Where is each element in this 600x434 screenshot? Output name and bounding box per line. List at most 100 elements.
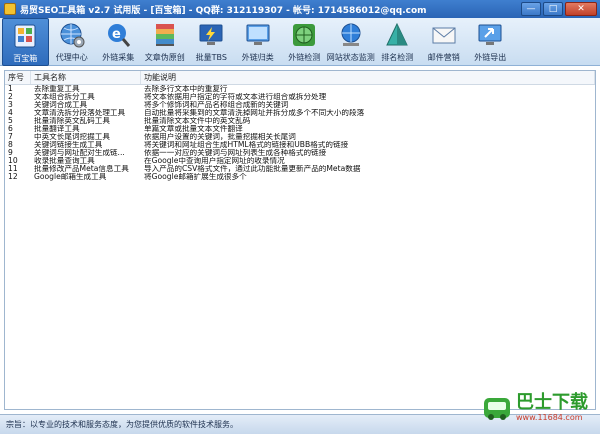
cell-description: 将多个修饰词和产品名称组合成新的关键词: [144, 101, 289, 109]
search-e-icon: e: [108, 24, 131, 47]
maximize-button[interactable]: □: [543, 2, 563, 16]
cell-tool-name: 关键词链接生成工具: [34, 141, 103, 149]
table-header: 序号 工具名称 功能说明: [5, 71, 595, 85]
cell-tool-name: 文章清洗拆分段落处理工具: [34, 109, 126, 117]
cell-description: 单篇文章或批量文本文件翻译: [144, 125, 243, 133]
toolbar-item-link-classify[interactable]: 外链归类: [235, 18, 282, 66]
globe-network-icon: [341, 23, 361, 46]
cell-description: 将文本依据用户指定的字符或文本进行组合或拆分处理: [144, 93, 327, 101]
cell-index: 5: [8, 117, 13, 125]
window-controls: — □ ✕: [521, 2, 597, 16]
table-row[interactable]: 7 中英文长尾词挖掘工具 依据用户设置的关键词，批量挖掘相关长尾词: [5, 133, 595, 141]
column-header-description[interactable]: 功能说明: [141, 71, 595, 84]
cell-tool-name: 批量修改产品Meta信息工具: [34, 165, 129, 173]
cell-tool-name: 去除重复工具: [34, 85, 80, 93]
cell-index: 10: [8, 157, 18, 165]
green-globe-icon: [293, 24, 316, 46]
globe-gear-icon: [60, 23, 85, 48]
table-row[interactable]: 3 关键词合成工具 将多个修饰词和产品名称组合成新的关键词: [5, 101, 595, 109]
table-row[interactable]: 9 关键词与网址配对生成链... 依据一一对应的关键词与网址列表生成各种格式的链…: [5, 149, 595, 157]
watermark-text: 巴士下载 www.11684.com: [516, 393, 588, 423]
table-row[interactable]: 8 关键词链接生成工具 将关键词和网址组合生成HTML格式的链接和UBB格式的链…: [5, 141, 595, 149]
book-stack-icon: [155, 24, 174, 46]
table-row[interactable]: 2 文本组合拆分工具 将文本依据用户指定的字符或文本进行组合或拆分处理: [5, 93, 595, 101]
cell-index: 2: [8, 93, 13, 101]
cell-index: 7: [8, 133, 13, 141]
toolbox-icon: [14, 24, 36, 48]
cell-description: 导入产品的CSV格式文件，通过此功能批量更新产品的Meta数据: [144, 165, 361, 173]
toolbar-label: 外链导出: [474, 53, 507, 62]
close-button[interactable]: ✕: [565, 2, 597, 16]
toolbar-label: 百宝箱: [13, 54, 38, 63]
table-row[interactable]: 4 文章清洗拆分段落处理工具 自动批量将采集到的文章清洗掉网址并拆分成多个不同大…: [5, 109, 595, 117]
toolbar-item-link-collect[interactable]: e 外链采集: [95, 18, 142, 66]
toolbar-label: 外链归类: [241, 53, 274, 62]
toolbar-item-link-check[interactable]: 外链检测: [281, 18, 328, 66]
cell-index: 12: [8, 173, 18, 181]
cell-description: 依据一一对应的关键词与网址列表生成各种格式的链接: [144, 149, 327, 157]
cell-tool-name: 中英文长尾词挖掘工具: [34, 133, 110, 141]
watermark: 巴士下载 www.11684.com: [482, 386, 594, 430]
table-row[interactable]: 6 批量翻译工具 单篇文章或批量文本文件翻译: [5, 125, 595, 133]
cell-description: 将关键词和网址组合生成HTML格式的链接和UBB格式的链接: [144, 141, 349, 149]
toolbar-item-batch-tbs[interactable]: 批量TBS: [188, 18, 235, 66]
tool-list-table: 序号 工具名称 功能说明 1 去除重复工具 去除多行文本中的重复行 2 文本组合…: [4, 70, 596, 410]
toolbar-label: 外链检测: [288, 53, 321, 62]
minimize-button[interactable]: —: [521, 2, 541, 16]
cell-index: 1: [8, 85, 13, 93]
cell-description: 批量清除文本文件中的英文乱码: [144, 117, 251, 125]
toolbar-label: 批量TBS: [195, 53, 227, 62]
table-row[interactable]: 11 批量修改产品Meta信息工具 导入产品的CSV格式文件，通过此功能批量更新…: [5, 165, 595, 173]
toolbar-item-rank-check[interactable]: 排名检测: [374, 18, 421, 66]
watermark-brand: 巴士下载: [516, 392, 588, 413]
monitor-export-icon: [478, 24, 502, 45]
main-toolbar: 百宝箱 代理中心 e 外链采集 文章伪原创 批量TBS 外链归类 外链检测 网站…: [0, 18, 600, 66]
cell-tool-name: 收录批量查询工具: [34, 157, 95, 165]
toolbar-label: 文章伪原创: [144, 53, 185, 62]
envelope-icon: [432, 27, 456, 44]
toolbar-item-toolbox[interactable]: 百宝箱: [2, 18, 49, 66]
table-row[interactable]: 5 批量清除英文乱码工具 批量清除文本文件中的英文乱码: [5, 117, 595, 125]
toolbar-item-link-export[interactable]: 外链导出: [467, 18, 514, 66]
column-header-tool-name[interactable]: 工具名称: [31, 71, 141, 84]
cell-index: 4: [8, 109, 13, 117]
toolbar-label: 排名检测: [381, 53, 414, 62]
cell-description: 去除多行文本中的重复行: [144, 85, 228, 93]
cell-tool-name: 批量翻译工具: [34, 125, 80, 133]
column-header-index[interactable]: 序号: [5, 71, 31, 84]
cell-tool-name: 批量清除英文乱码工具: [34, 117, 110, 125]
monitor-icon: [246, 24, 270, 45]
cell-tool-name: 关键词合成工具: [34, 101, 88, 109]
cell-tool-name: 文本组合拆分工具: [34, 93, 95, 101]
toolbar-item-article-rewrite[interactable]: 文章伪原创: [142, 18, 189, 66]
toolbar-item-site-status[interactable]: 网站状态监测: [326, 18, 375, 66]
toolbar-label: 网站状态监测: [326, 53, 375, 62]
lightning-monitor-icon: [199, 24, 223, 45]
cell-tool-name: Google邮箱生成工具: [34, 173, 107, 181]
table-row[interactable]: 12 Google邮箱生成工具 将Google邮箱扩展生成很多个: [5, 173, 595, 181]
bus-logo-icon: [484, 398, 510, 420]
cell-index: 8: [8, 141, 13, 149]
toolbar-label: 代理中心: [55, 53, 88, 62]
cell-description: 依据用户设置的关键词，批量挖掘相关长尾词: [144, 133, 296, 141]
toolbar-label: 邮件营销: [427, 53, 460, 62]
cell-tool-name: 关键词与网址配对生成链...: [34, 149, 125, 157]
cell-description: 自动批量将采集到的文章清洗掉网址并拆分成多个不同大小的段落: [144, 109, 365, 117]
toolbar-label: 外链采集: [102, 53, 135, 62]
title-bar: 易贸SEO工具箱 v2.7 试用版 - [百宝箱] - QQ群: 3121193…: [0, 0, 600, 18]
cell-index: 3: [8, 101, 13, 109]
watermark-url: www.11684.com: [516, 413, 583, 422]
cell-index: 6: [8, 125, 13, 133]
cell-description: 在Google中查询用户指定网址的收录情况: [144, 157, 285, 165]
cell-description: 将Google邮箱扩展生成很多个: [144, 173, 247, 181]
cell-index: 9: [8, 149, 13, 157]
table-row[interactable]: 10 收录批量查询工具 在Google中查询用户指定网址的收录情况: [5, 157, 595, 165]
pyramid-icon: [386, 22, 409, 46]
toolbar-item-email-marketing[interactable]: 邮件营销: [421, 18, 468, 66]
toolbar-item-proxy-center[interactable]: 代理中心: [49, 18, 96, 66]
window-title: 易贸SEO工具箱 v2.7 试用版 - [百宝箱] - QQ群: 3121193…: [20, 5, 427, 16]
table-row[interactable]: 1 去除重复工具 去除多行文本中的重复行: [5, 85, 595, 93]
svg-text:e: e: [112, 27, 121, 42]
cell-index: 11: [8, 165, 18, 173]
app-icon: [4, 3, 16, 15]
